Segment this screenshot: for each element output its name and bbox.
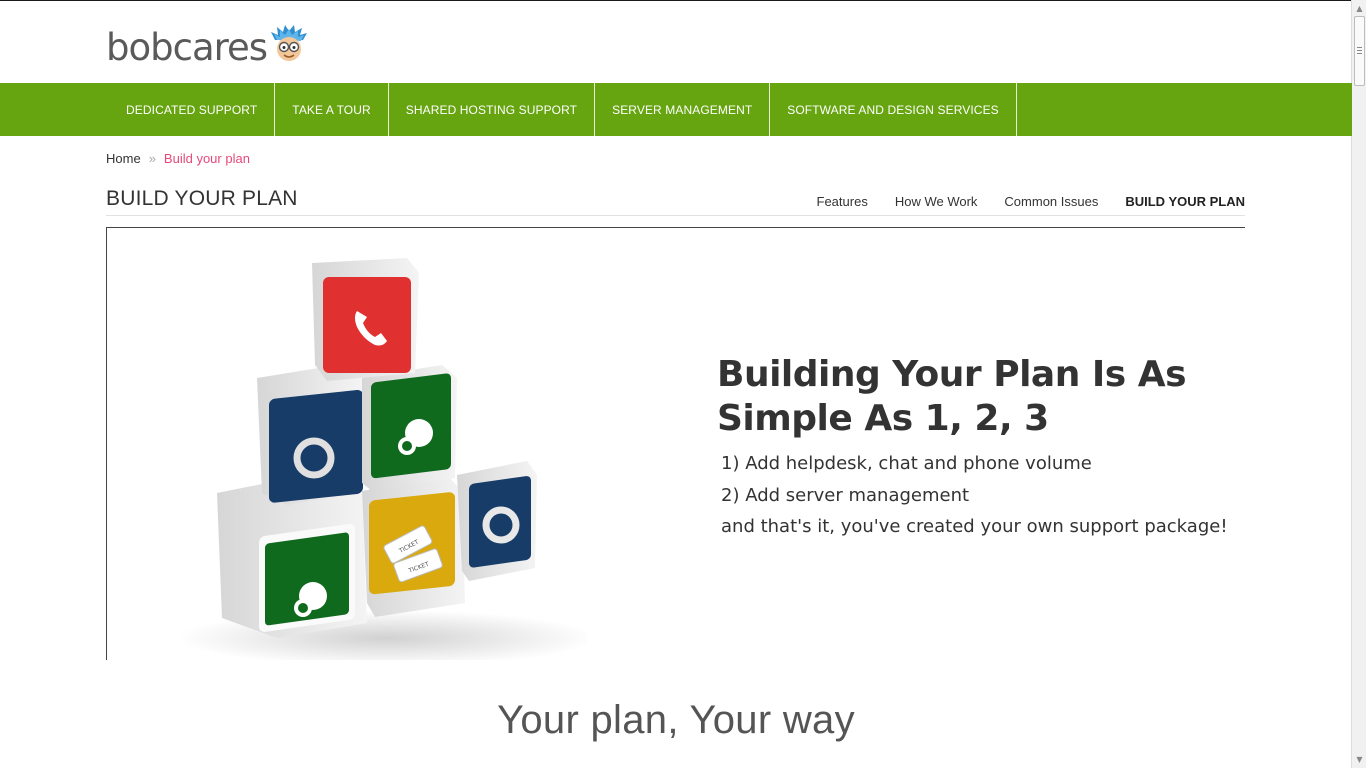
hero-banner: TICKET TICKET Building Your Plan Is As S… — [106, 227, 1245, 660]
main-nav-bar: DEDICATED SUPPORT TAKE A TOUR SHARED HOS… — [0, 83, 1352, 136]
page-scrollbar[interactable]: ▲ ▼ — [1351, 0, 1366, 768]
nav-take-a-tour[interactable]: TAKE A TOUR — [275, 83, 389, 136]
cube-ticket-yellow: TICKET TICKET — [362, 475, 465, 617]
page-title: BUILD YOUR PLAN — [106, 187, 298, 210]
subnav-features[interactable]: Features — [817, 194, 868, 209]
page-subnav: Features How We Work Common Issues BUILD… — [790, 194, 1245, 209]
cube-phone-red — [312, 258, 419, 381]
scroll-up-icon[interactable]: ▲ — [1354, 2, 1365, 15]
site-logo[interactable]: bobcares — [106, 25, 309, 70]
scroll-down-icon[interactable]: ▼ — [1354, 753, 1365, 766]
window-top-border — [0, 0, 1352, 1]
hero-step-1: 1) Add helpdesk, chat and phone volume — [721, 453, 1092, 474]
cube-lifebuoy-blue-bottom — [457, 461, 537, 581]
subnav-how-we-work[interactable]: How We Work — [895, 194, 978, 209]
mascot-icon — [271, 25, 308, 61]
breadcrumb-home-link[interactable]: Home — [106, 151, 141, 166]
grip-icon — [1357, 47, 1362, 54]
subnav-common-issues[interactable]: Common Issues — [1004, 194, 1098, 209]
nav-dedicated-support[interactable]: DEDICATED SUPPORT — [109, 83, 276, 136]
main-nav: DEDICATED SUPPORT TAKE A TOUR SHARED HOS… — [109, 83, 1017, 136]
cube-lifebuoy-blue-middle — [257, 365, 363, 505]
hero-step-3: and that's it, you've created your own s… — [721, 516, 1228, 537]
scrollbar-thumb[interactable] — [1354, 16, 1365, 86]
breadcrumb-current[interactable]: Build your plan — [164, 151, 250, 166]
subnav-build-your-plan[interactable]: BUILD YOUR PLAN — [1125, 194, 1245, 209]
hero-steps: 1) Add helpdesk, chat and phone volume 2… — [721, 448, 1228, 543]
breadcrumb-separator: » — [148, 151, 156, 166]
title-divider — [106, 215, 1245, 216]
nav-shared-hosting-support[interactable]: SHARED HOSTING SUPPORT — [389, 83, 596, 136]
section-heading: Your plan, Your way — [497, 698, 855, 742]
building-blocks-illustration: TICKET TICKET — [177, 258, 587, 660]
hero-step-2: 2) Add server management — [721, 484, 970, 506]
hero-heading: Building Your Plan Is As Simple As 1, 2,… — [717, 354, 1187, 439]
nav-server-management[interactable]: SERVER MANAGEMENT — [595, 83, 771, 136]
logo-wordmark: bobcares — [106, 26, 268, 69]
breadcrumb: Home » Build your plan — [106, 151, 250, 166]
nav-software-and-design-services[interactable]: SOFTWARE AND DESIGN SERVICES — [770, 83, 1017, 136]
cube-chat-green-middle — [362, 365, 457, 491]
